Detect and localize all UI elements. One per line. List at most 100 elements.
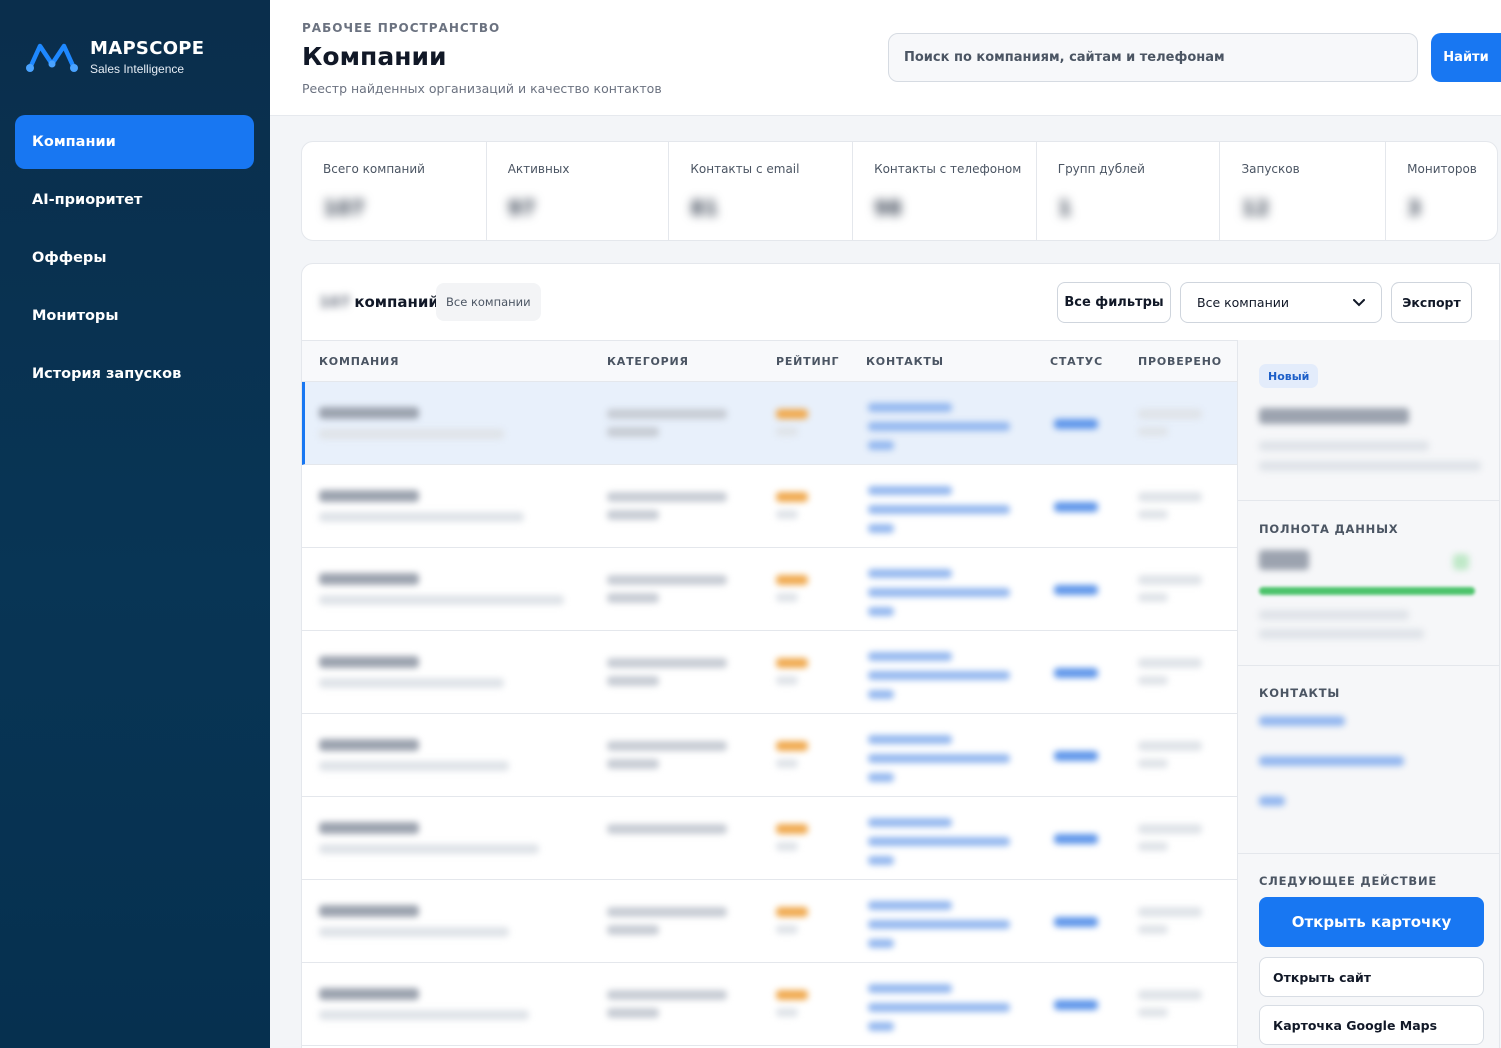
- column-header-rating[interactable]: РЕЙТИНГ: [776, 355, 839, 368]
- contact-phone-link[interactable]: [868, 901, 952, 910]
- column-header-checked[interactable]: ПРОВЕРЕНО: [1138, 355, 1222, 368]
- detail-email-link[interactable]: [1259, 756, 1404, 766]
- checked-time: [1138, 676, 1168, 685]
- stat-label: Контакты с телефоном: [874, 162, 1022, 176]
- company-detail-panel: Новый ПОЛНОТА ДАННЫХ КОНТАКТЫ СЛЕДУЮЩЕЕ …: [1237, 340, 1499, 1048]
- detail-address: [1259, 461, 1481, 471]
- sidebar-item-offers[interactable]: Офферы: [15, 231, 254, 285]
- section-title-next-action: СЛЕДУЮЩЕЕ ДЕЙСТВИЕ: [1259, 874, 1438, 888]
- open-site-button[interactable]: Открыть сайт: [1259, 957, 1484, 997]
- export-button[interactable]: Экспорт: [1391, 282, 1472, 323]
- contact-site-link[interactable]: [868, 939, 894, 948]
- section-title-completeness: ПОЛНОТА ДАННЫХ: [1259, 522, 1399, 536]
- contact-email-link[interactable]: [868, 505, 1010, 514]
- page-subtitle: Реестр найденных организаций и качество …: [302, 81, 662, 96]
- checked-date: [1138, 907, 1202, 917]
- detail-phone-link[interactable]: [1259, 716, 1345, 726]
- checked-date: [1138, 409, 1202, 419]
- status-link[interactable]: [1054, 585, 1098, 595]
- contact-phone-link[interactable]: [868, 818, 952, 827]
- column-header-status[interactable]: СТАТУС: [1050, 355, 1103, 368]
- table-row[interactable]: [302, 880, 1237, 963]
- contact-email-link[interactable]: [868, 1003, 1010, 1012]
- contact-site-link[interactable]: [868, 1022, 894, 1031]
- google-maps-card-button[interactable]: Карточка Google Maps: [1259, 1005, 1484, 1045]
- contact-phone-link[interactable]: [868, 569, 952, 578]
- contact-email-link[interactable]: [868, 837, 1010, 846]
- sidebar-item-label: Мониторы: [32, 308, 119, 324]
- column-header-company[interactable]: КОМПАНИЯ: [319, 355, 399, 368]
- page-header: РАБОЧЕЕ ПРОСТРАНСТВО Компании Реестр най…: [270, 0, 1501, 116]
- contact-email-link[interactable]: [868, 920, 1010, 929]
- table-row[interactable]: [302, 714, 1237, 797]
- contact-phone-link[interactable]: [868, 984, 952, 993]
- table-row[interactable]: [302, 548, 1237, 631]
- contact-site-link[interactable]: [868, 524, 894, 533]
- contact-phone-link[interactable]: [868, 486, 952, 495]
- sidebar-item-monitors[interactable]: Мониторы: [15, 289, 254, 343]
- checked-date: [1138, 741, 1202, 751]
- table-row[interactable]: [302, 382, 1237, 465]
- company-address: [319, 512, 524, 522]
- all-filters-button[interactable]: Все фильтры: [1057, 282, 1171, 323]
- company-address: [319, 844, 539, 854]
- rating-star-icon: [776, 409, 808, 419]
- contact-phone-link[interactable]: [868, 652, 952, 661]
- companies-count-number: 107: [319, 293, 351, 311]
- review-count: [776, 842, 798, 851]
- checked-date: [1138, 492, 1202, 502]
- stat-card: Активных 97: [487, 142, 670, 240]
- status-link[interactable]: [1054, 419, 1098, 429]
- table-row[interactable]: [302, 963, 1237, 1046]
- review-count: [776, 427, 798, 436]
- contact-site-link[interactable]: [868, 441, 894, 450]
- detail-site-link[interactable]: [1259, 796, 1285, 806]
- scope-select[interactable]: Все компании: [1180, 282, 1382, 323]
- rating-star-icon: [776, 492, 808, 502]
- table-row[interactable]: [302, 797, 1237, 880]
- divider: [1238, 665, 1499, 666]
- company-category: [607, 907, 727, 917]
- company-category-line2: [607, 759, 659, 769]
- contact-phone-link[interactable]: [868, 735, 952, 744]
- sidebar-item-ai-priority[interactable]: AI-приоритет: [15, 173, 254, 227]
- stat-value: 81: [690, 196, 719, 220]
- status-link[interactable]: [1054, 668, 1098, 678]
- sidebar: MAPSCOPE Sales Intelligence Компании AI-…: [0, 0, 270, 1048]
- status-link[interactable]: [1054, 917, 1098, 927]
- sidebar-item-companies[interactable]: Компании: [15, 115, 254, 169]
- sidebar-item-run-history[interactable]: История запусков: [15, 347, 254, 401]
- table-row[interactable]: [302, 631, 1237, 714]
- status-link[interactable]: [1054, 1000, 1098, 1010]
- status-link[interactable]: [1054, 751, 1098, 761]
- status-link[interactable]: [1054, 834, 1098, 844]
- completeness-progress-bar: [1259, 587, 1475, 595]
- contact-email-link[interactable]: [868, 671, 1010, 680]
- column-header-category[interactable]: КАТЕГОРИЯ: [607, 355, 689, 368]
- company-category-line2: [607, 593, 659, 603]
- review-count: [776, 1008, 798, 1017]
- open-card-button[interactable]: Открыть карточку: [1259, 897, 1484, 947]
- sidebar-nav: Компании AI-приоритет Офферы Мониторы Ис…: [15, 115, 254, 405]
- contact-email-link[interactable]: [868, 754, 1010, 763]
- contact-site-link[interactable]: [868, 607, 894, 616]
- search-input[interactable]: [888, 33, 1418, 82]
- contact-email-link[interactable]: [868, 588, 1010, 597]
- review-count: [776, 759, 798, 768]
- contact-phone-link[interactable]: [868, 403, 952, 412]
- review-count: [776, 593, 798, 602]
- column-header-contacts[interactable]: КОНТАКТЫ: [866, 355, 944, 368]
- status-link[interactable]: [1054, 502, 1098, 512]
- company-category-line2: [607, 925, 659, 935]
- table-row[interactable]: [302, 465, 1237, 548]
- contact-email-link[interactable]: [868, 422, 1010, 431]
- search-button[interactable]: Найти: [1431, 33, 1501, 82]
- checked-time: [1138, 510, 1168, 519]
- contact-site-link[interactable]: [868, 773, 894, 782]
- workspace-eyebrow: РАБОЧЕЕ ПРОСТРАНСТВО: [302, 21, 501, 35]
- contact-site-link[interactable]: [868, 856, 894, 865]
- brand[interactable]: MAPSCOPE Sales Intelligence: [26, 36, 256, 82]
- sidebar-item-label: История запусков: [32, 366, 182, 382]
- checked-time: [1138, 925, 1168, 934]
- contact-site-link[interactable]: [868, 690, 894, 699]
